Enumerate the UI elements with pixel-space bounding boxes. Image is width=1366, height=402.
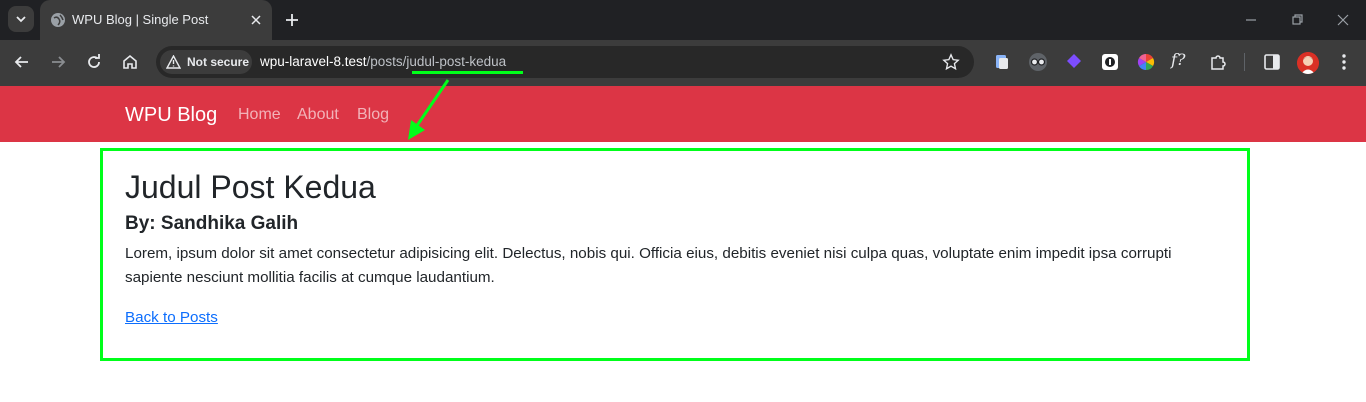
security-label: Not secure bbox=[187, 55, 250, 69]
forward-arrow-icon[interactable] bbox=[48, 52, 68, 72]
security-chip[interactable]: Not secure bbox=[160, 50, 252, 74]
function-extension-icon[interactable]: f? bbox=[1171, 50, 1193, 72]
tab-search-button[interactable] bbox=[8, 6, 34, 32]
profile-avatar[interactable] bbox=[1297, 52, 1319, 74]
browser-toolbar: Not secure wpu-laravel-8.test/posts/judu… bbox=[0, 40, 1366, 117]
back-arrow-icon[interactable] bbox=[12, 52, 32, 72]
warning-icon bbox=[166, 55, 181, 69]
reload-icon[interactable] bbox=[84, 52, 104, 72]
active-tab[interactable]: WPU Blog | Single Post bbox=[40, 0, 272, 40]
chevron-down-icon bbox=[16, 16, 26, 23]
bookmark-star-icon[interactable] bbox=[942, 53, 960, 71]
content-highlight-box bbox=[100, 148, 1250, 361]
address-bar[interactable]: Not secure wpu-laravel-8.test/posts/judu… bbox=[156, 46, 974, 78]
globe-icon bbox=[51, 13, 65, 27]
tab-title: WPU Blog | Single Post bbox=[72, 12, 209, 27]
puzzle-purple-extension-icon[interactable] bbox=[1063, 51, 1085, 73]
url-text[interactable]: wpu-laravel-8.test/posts/judul-post-kedu… bbox=[260, 54, 506, 69]
lighthouse-extension-icon[interactable] bbox=[1099, 51, 1121, 73]
kebab-menu-icon[interactable] bbox=[1333, 51, 1355, 73]
close-window-icon[interactable] bbox=[1335, 12, 1351, 28]
url-path: /posts/judul-post-kedua bbox=[366, 54, 507, 69]
side-panel-icon[interactable] bbox=[1261, 51, 1283, 73]
home-icon[interactable] bbox=[120, 52, 140, 72]
site-navbar: WPU Blog Home About Blog bbox=[0, 86, 1366, 142]
minimize-icon[interactable] bbox=[1243, 12, 1259, 28]
nav-link-home[interactable]: Home bbox=[238, 106, 281, 124]
browser-tab-strip: WPU Blog | Single Post bbox=[0, 0, 1366, 40]
new-tab-icon[interactable] bbox=[282, 10, 302, 30]
nav-link-blog[interactable]: Blog bbox=[357, 106, 389, 124]
extensions-puzzle-icon[interactable] bbox=[1207, 51, 1229, 73]
color-wheel-extension-icon[interactable] bbox=[1135, 51, 1157, 73]
toolbar-separator bbox=[1244, 53, 1245, 71]
close-tab-icon[interactable] bbox=[248, 12, 264, 28]
restore-icon[interactable] bbox=[1289, 12, 1305, 28]
avatar-portrait-icon bbox=[1297, 52, 1319, 74]
navbar-brand[interactable]: WPU Blog bbox=[125, 104, 217, 127]
document-extension-icon[interactable] bbox=[991, 51, 1013, 73]
url-host: wpu-laravel-8.test bbox=[260, 54, 367, 69]
glasses-extension-icon[interactable] bbox=[1027, 51, 1049, 73]
nav-link-about[interactable]: About bbox=[297, 106, 339, 124]
url-highlight-underline bbox=[412, 71, 523, 74]
